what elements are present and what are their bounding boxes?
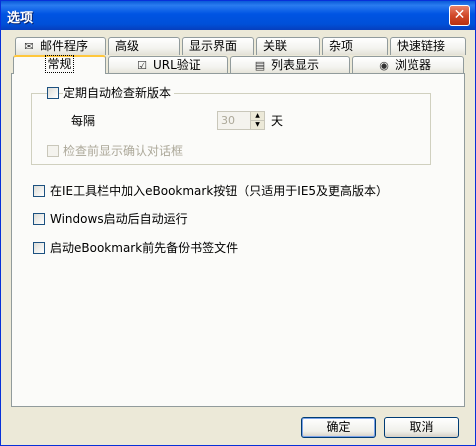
interval-label: 每隔: [71, 114, 96, 128]
tab-list-display[interactable]: ▤ 列表显示: [230, 56, 350, 74]
close-button[interactable]: ✕: [449, 5, 470, 26]
interval-unit: 天: [271, 114, 284, 128]
confirm-before-check-label: 检查前显示确认对话框: [63, 144, 184, 158]
tab-mail-program[interactable]: ✉ 邮件程序: [15, 37, 106, 55]
spin-up-icon[interactable]: ▲: [251, 112, 264, 121]
title-bar[interactable]: 选项 ✕: [1, 1, 475, 30]
windows-startup-checkbox[interactable]: [33, 213, 45, 225]
envelope-icon: ✉: [24, 40, 34, 53]
backup-on-start-checkbox[interactable]: [33, 242, 45, 254]
auto-check-checkbox[interactable]: [47, 87, 59, 99]
tab-misc[interactable]: 杂项: [322, 37, 388, 55]
cancel-button[interactable]: 取消: [384, 417, 459, 438]
auto-check-label: 定期自动检查新版本: [63, 86, 175, 100]
tab-quick-links[interactable]: 快速链接: [390, 37, 466, 55]
tab-display[interactable]: 显示界面: [182, 37, 254, 55]
check-icon: ☑: [137, 59, 147, 72]
tab-advanced[interactable]: 高级: [108, 37, 180, 55]
interval-stepper[interactable]: ▲ ▼: [250, 111, 265, 130]
windows-startup-label: Windows启动后自动运行: [50, 212, 188, 226]
tab-general[interactable]: 常规: [13, 55, 106, 74]
tab-browser[interactable]: ◉ 浏览器: [352, 56, 464, 74]
ie-toolbar-label: 在IE工具栏中加入eBookmark按钮（只适用于IE5及更高版本）: [50, 184, 389, 198]
browser-icon: ◉: [379, 59, 389, 72]
backup-on-start-label: 启动eBookmark前先备份书签文件: [50, 241, 239, 255]
ok-button[interactable]: 确定: [301, 417, 376, 438]
spin-down-icon[interactable]: ▼: [251, 121, 264, 129]
window-title: 选项: [7, 11, 34, 26]
list-icon: ▤: [254, 59, 266, 72]
interval-input[interactable]: 30: [217, 111, 251, 130]
ie-toolbar-checkbox[interactable]: [33, 185, 45, 197]
close-icon: ✕: [453, 7, 466, 23]
tab-association[interactable]: 关联: [256, 37, 320, 55]
tab-url-validation[interactable]: ☑ URL验证: [108, 56, 228, 74]
confirm-before-check-checkbox[interactable]: [47, 145, 59, 157]
